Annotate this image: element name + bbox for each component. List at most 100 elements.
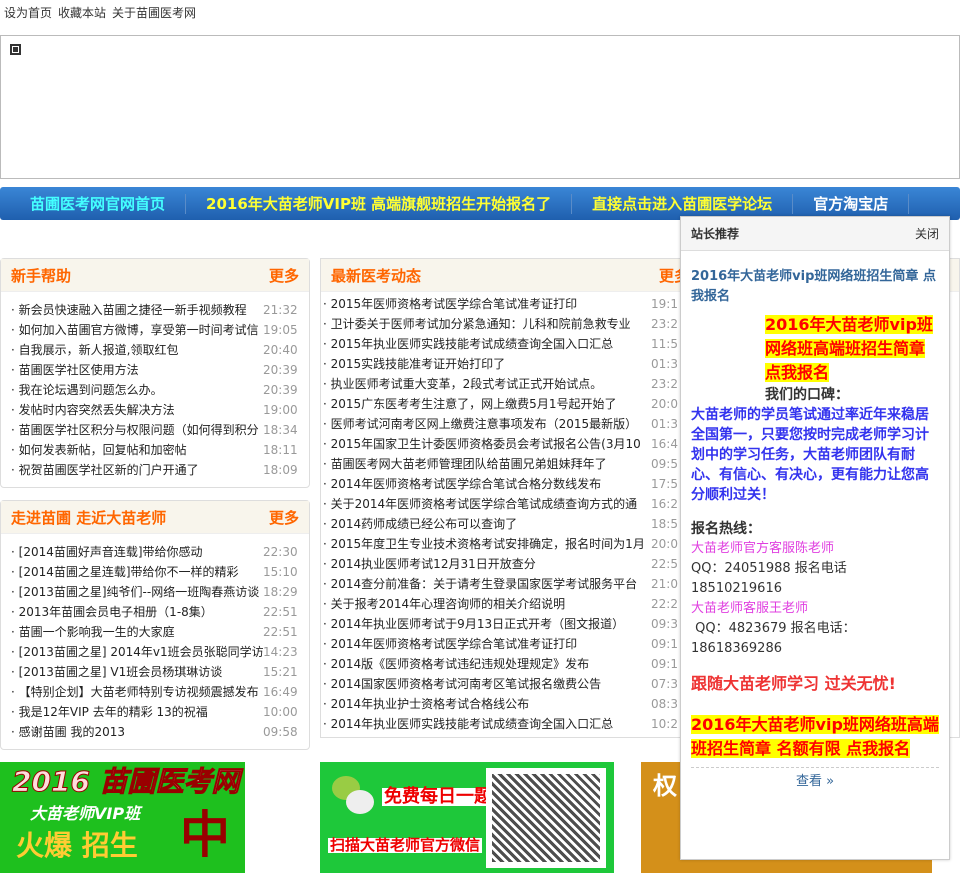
item-title[interactable]: 2014药师成绩已经公布可以查询了 bbox=[323, 514, 651, 534]
list-item[interactable]: 苗圃一个影响我一生的大家庭22:51 bbox=[11, 622, 309, 642]
popup-close-button[interactable]: 关闭 bbox=[915, 225, 939, 242]
item-title[interactable]: [2013苗圃之星]纯爷们--网络一班陶春燕访谈 bbox=[11, 582, 263, 602]
vip-banner[interactable]: 2016 苗圃医考网 大苗老师VIP班 火爆 招生 中 bbox=[0, 762, 245, 873]
item-title[interactable]: 【特别企划】大苗老师特别专访视频震撼发布 bbox=[11, 682, 263, 702]
list-item[interactable]: 关于2014年医师资格考试医学综合笔试成绩查询方式的通16:2 bbox=[323, 494, 681, 514]
list-item[interactable]: 发帖时内容突然丢失解决方法19:00 bbox=[11, 400, 309, 420]
item-title[interactable]: 祝贺苗圃医学社区新的门户开通了 bbox=[11, 460, 263, 480]
item-title[interactable]: 2015年国家卫生计委医师资格委员会考试报名公告(3月10 bbox=[323, 434, 651, 454]
nav-taobao[interactable]: 官方淘宝店 bbox=[793, 193, 910, 214]
slogan-text: 大苗老师的学员笔试通过率近年来稳居全国第一，只要您按时完成老师学习计划中的学习任… bbox=[691, 407, 929, 503]
list-item[interactable]: 2014年医师资格考试医学综合笔试合格分数线发布17:5 bbox=[323, 474, 681, 494]
list-item[interactable]: 2013年苗圃会员电子相册（1-8集）22:51 bbox=[11, 602, 309, 622]
list-item[interactable]: 2014国家医师资格考试河南考区笔试报名缴费公告07:3 bbox=[323, 674, 681, 694]
item-title[interactable]: 我是12年VIP 去年的精彩 13的祝福 bbox=[11, 702, 263, 722]
list-item[interactable]: 我在论坛遇到问题怎么办。20:39 bbox=[11, 380, 309, 400]
item-title[interactable]: 2014国家医师资格考试河南考区笔试报名缴费公告 bbox=[323, 674, 651, 694]
item-title[interactable]: 2014年医师资格考试医学综合笔试准考证打印 bbox=[323, 634, 651, 654]
item-title[interactable]: 2014查分前准备：关于请考生登录国家医学考试服务平台 bbox=[323, 574, 651, 594]
item-title[interactable]: 2014年执业医师实践技能考试成绩查询全国入口汇总 bbox=[323, 714, 651, 734]
list-item[interactable]: 2014查分前准备：关于请考生登录国家医学考试服务平台21:0 bbox=[323, 574, 681, 594]
popup-signup-link[interactable]: 2016年大苗老师vip班网络班招生简章 点我报名 bbox=[691, 267, 939, 307]
about-link[interactable]: 关于苗圃医考网 bbox=[112, 6, 196, 20]
item-title[interactable]: [2014苗圃好声音连载]带给你感动 bbox=[11, 542, 263, 562]
item-title[interactable]: 2015年执业医师实践技能考试成绩查询全国入口汇总 bbox=[323, 334, 651, 354]
wechat-banner[interactable]: 免费每日一题 扫描大苗老师官方微信 bbox=[320, 762, 614, 873]
item-title[interactable]: 苗圃医学社区积分与权限问题（如何得到积分 bbox=[11, 420, 263, 440]
item-title[interactable]: 2013年苗圃会员电子相册（1-8集） bbox=[11, 602, 263, 622]
bookmark-link[interactable]: 收藏本站 bbox=[58, 6, 106, 20]
list-item[interactable]: 自我展示，新人报道,领取红包20:40 bbox=[11, 340, 309, 360]
item-title[interactable]: 2015广东医考考生注意了，网上缴费5月1号起开始了 bbox=[323, 394, 651, 414]
nav-forum[interactable]: 直接点击进入苗圃医学论坛 bbox=[572, 193, 794, 214]
item-title[interactable]: 2014年执业医师考试于9月13日正式开考（图文报道） bbox=[323, 614, 651, 634]
list-item[interactable]: 2015年国家卫生计委医师资格委员会考试报名公告(3月1016:4 bbox=[323, 434, 681, 454]
list-item[interactable]: 【特别企划】大苗老师特别专访视频震撼发布16:49 bbox=[11, 682, 309, 702]
list-item[interactable]: [2013苗圃之星] 2014年v1班会员张聪同学访14:23 bbox=[11, 642, 309, 662]
about-more-link[interactable]: 更多 bbox=[269, 507, 299, 528]
item-title[interactable]: 发帖时内容突然丢失解决方法 bbox=[11, 400, 263, 420]
item-title[interactable]: 自我展示，新人报道,领取红包 bbox=[11, 340, 263, 360]
item-title[interactable]: 苗圃医学社区使用方法 bbox=[11, 360, 263, 380]
help-more-link[interactable]: 更多 bbox=[269, 265, 299, 286]
item-title[interactable]: [2013苗圃之星] 2014年v1班会员张聪同学访 bbox=[11, 642, 263, 662]
list-item[interactable]: 关于报考2014年心理咨询师的相关介绍说明22:2 bbox=[323, 594, 681, 614]
item-title[interactable]: 如何加入苗圃官方微博，享受第一时间考试信 bbox=[11, 320, 263, 340]
item-title[interactable]: 新会员快速融入苗圃之捷径一新手视频教程 bbox=[11, 300, 263, 320]
list-item[interactable]: 如何发表新帖，回复帖和加密帖18:11 bbox=[11, 440, 309, 460]
item-title[interactable]: 苗圃一个影响我一生的大家庭 bbox=[11, 622, 263, 642]
item-title[interactable]: 2014年执业护士资格考试合格线公布 bbox=[323, 694, 651, 714]
list-item[interactable]: 祝贺苗圃医学社区新的门户开通了18:09 bbox=[11, 460, 309, 480]
news-title: 最新医考动态 bbox=[331, 266, 422, 285]
list-item[interactable]: 2014年医师资格考试医学综合笔试准考证打印09:1 bbox=[323, 634, 681, 654]
list-item[interactable]: 2014药师成绩已经公布可以查询了18:5 bbox=[323, 514, 681, 534]
list-item[interactable]: 苗圃医学社区使用方法20:39 bbox=[11, 360, 309, 380]
item-title[interactable]: 2015年医师资格考试医学综合笔试准考证打印 bbox=[323, 294, 651, 314]
list-item[interactable]: 2015实践技能准考证开始打印了01:3 bbox=[323, 354, 681, 374]
list-item[interactable]: 医师考试河南考区网上缴费注意事项发布（2015最新版）01:3 bbox=[323, 414, 681, 434]
list-item[interactable]: 如何加入苗圃官方微博，享受第一时间考试信19:05 bbox=[11, 320, 309, 340]
item-title[interactable]: [2014苗圃之星连载]带给你不一样的精彩 bbox=[11, 562, 263, 582]
list-item[interactable]: 感谢苗圃 我的201309:58 bbox=[11, 722, 309, 742]
set-homepage-link[interactable]: 设为首页 bbox=[4, 6, 52, 20]
list-item[interactable]: 我是12年VIP 去年的精彩 13的祝福10:00 bbox=[11, 702, 309, 722]
list-item[interactable]: [2014苗圃之星连载]带给你不一样的精彩15:10 bbox=[11, 562, 309, 582]
item-title[interactable]: 如何发表新帖，回复帖和加密帖 bbox=[11, 440, 263, 460]
item-title[interactable]: 卫计委关于医师考试加分紧急通知：儿科和院前急救专业 bbox=[323, 314, 651, 334]
list-item[interactable]: 2015年度卫生专业技术资格考试安排确定，报名时间为1月20:0 bbox=[323, 534, 681, 554]
list-item[interactable]: 执业医师考试重大变革，2段式考试正式开始试点。23:2 bbox=[323, 374, 681, 394]
item-title[interactable]: 关于2014年医师资格考试医学综合笔试成绩查询方式的通 bbox=[323, 494, 651, 514]
popup-headline-link[interactable]: 2016年大苗老师vip班网络班高端班招生简章 点我报名 bbox=[765, 315, 933, 382]
item-title[interactable]: 2014年医师资格考试医学综合笔试合格分数线发布 bbox=[323, 474, 651, 494]
nav-home[interactable]: 苗圃医考网官网首页 bbox=[10, 193, 187, 214]
list-item[interactable]: 2014版《医师资格考试违纪违规处理规定》发布09:1 bbox=[323, 654, 681, 674]
list-item[interactable]: [2013苗圃之星]纯爷们--网络一班陶春燕访谈18:29 bbox=[11, 582, 309, 602]
list-item[interactable]: 苗圃医考网大苗老师管理团队给苗圃兄弟姐妹拜年了09:5 bbox=[323, 454, 681, 474]
item-title[interactable]: 苗圃医考网大苗老师管理团队给苗圃兄弟姐妹拜年了 bbox=[323, 454, 651, 474]
item-title[interactable]: [2013苗圃之星] V1班会员杨琪琳访谈 bbox=[11, 662, 263, 682]
list-item[interactable]: 2014执业医师考试12月31日开放查分22:5 bbox=[323, 554, 681, 574]
list-item[interactable]: [2014苗圃好声音连载]带给你感动22:30 bbox=[11, 542, 309, 562]
item-title[interactable]: 我在论坛遇到问题怎么办。 bbox=[11, 380, 263, 400]
list-item[interactable]: 2015年执业医师实践技能考试成绩查询全国入口汇总11:5 bbox=[323, 334, 681, 354]
list-item[interactable]: 2015广东医考考生注意了，网上缴费5月1号起开始了20:0 bbox=[323, 394, 681, 414]
list-item[interactable]: 2014年执业医师考试于9月13日正式开考（图文报道）09:3 bbox=[323, 614, 681, 634]
list-item[interactable]: [2013苗圃之星] V1班会员杨琪琳访谈15:21 bbox=[11, 662, 309, 682]
item-title[interactable]: 感谢苗圃 我的2013 bbox=[11, 722, 263, 742]
item-title[interactable]: 关于报考2014年心理咨询师的相关介绍说明 bbox=[323, 594, 651, 614]
item-title[interactable]: 2015实践技能准考证开始打印了 bbox=[323, 354, 651, 374]
nav-vip[interactable]: 2016年大苗老师VIP班 高端旗舰班招生开始报名了 bbox=[186, 193, 573, 214]
list-item[interactable]: 卫计委关于医师考试加分紧急通知：儿科和院前急救专业23:2 bbox=[323, 314, 681, 334]
item-title[interactable]: 2014版《医师资格考试违纪违规处理规定》发布 bbox=[323, 654, 651, 674]
item-title[interactable]: 医师考试河南考区网上缴费注意事项发布（2015最新版） bbox=[323, 414, 651, 434]
view-more-link[interactable]: 查看 » bbox=[796, 774, 834, 789]
list-item[interactable]: 苗圃医学社区积分与权限问题（如何得到积分18:34 bbox=[11, 420, 309, 440]
popup-bottom-link[interactable]: 2016年大苗老师vip班网络班高端班招生简章 名额有限 点我报名 bbox=[691, 715, 939, 758]
list-item[interactable]: 2014年执业医师实践技能考试成绩查询全国入口汇总10:2 bbox=[323, 714, 681, 734]
list-item[interactable]: 2014年执业护士资格考试合格线公布08:3 bbox=[323, 694, 681, 714]
list-item[interactable]: 新会员快速融入苗圃之捷径一新手视频教程21:32 bbox=[11, 300, 309, 320]
item-title[interactable]: 2014执业医师考试12月31日开放查分 bbox=[323, 554, 651, 574]
list-item[interactable]: 2015年医师资格考试医学综合笔试准考证打印19:1 bbox=[323, 294, 681, 314]
item-title[interactable]: 2015年度卫生专业技术资格考试安排确定，报名时间为1月 bbox=[323, 534, 651, 554]
item-title[interactable]: 执业医师考试重大变革，2段式考试正式开始试点。 bbox=[323, 374, 651, 394]
